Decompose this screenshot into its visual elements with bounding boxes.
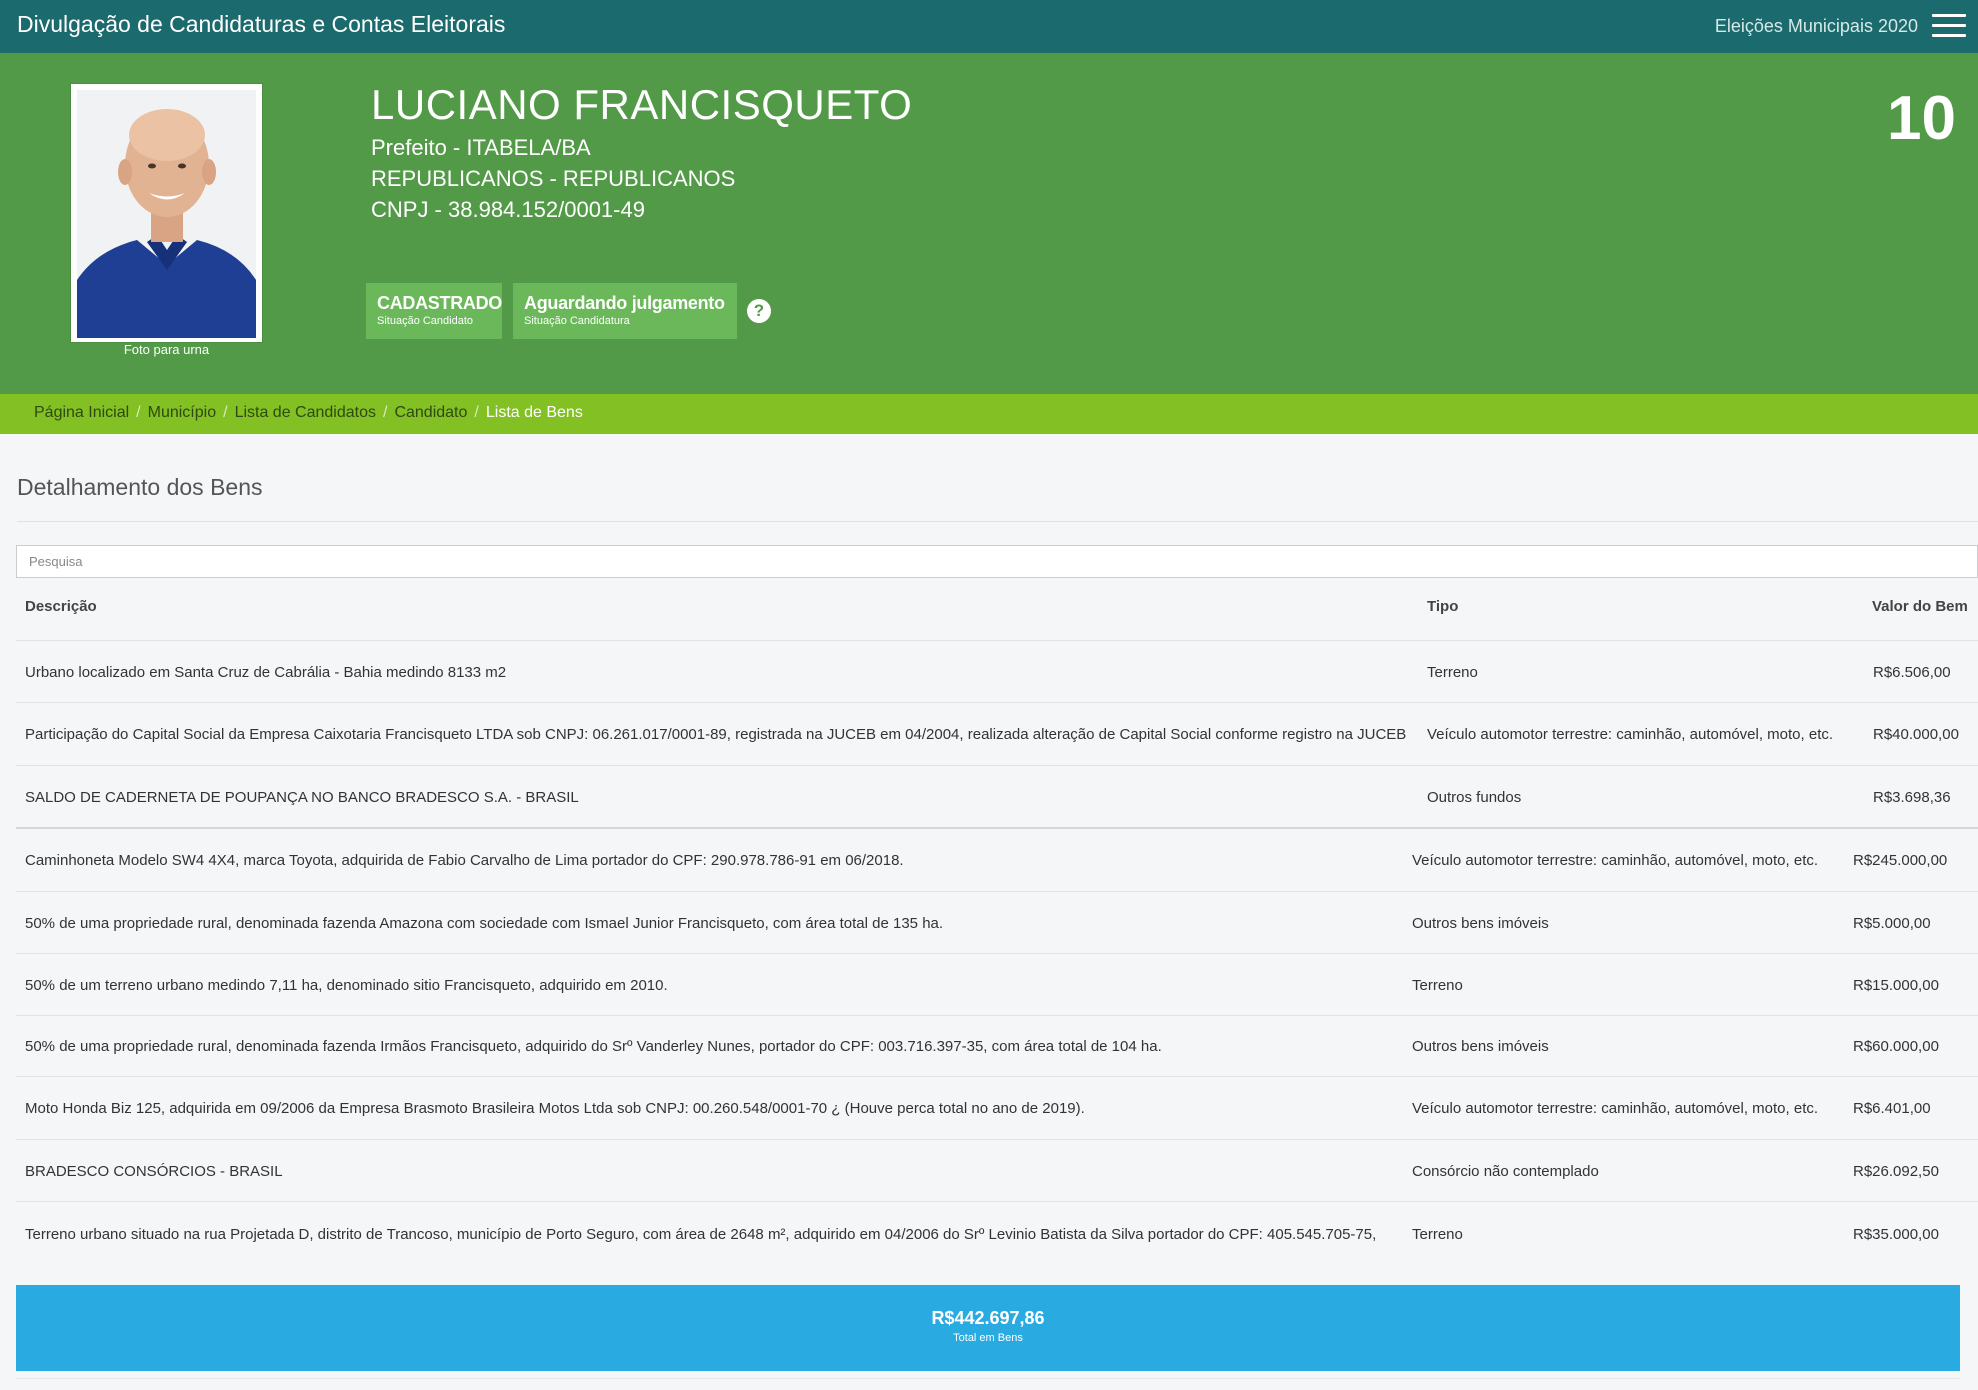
hamburger-menu-icon[interactable] (1932, 14, 1966, 38)
cell-type: Terreno (1412, 1225, 1463, 1243)
footer-divider (16, 1378, 1960, 1379)
breadcrumb-separator: / (136, 404, 141, 421)
cell-value: R$3.698,36 (1873, 788, 1951, 806)
cell-value: R$6.401,00 (1853, 1100, 1931, 1117)
cell-type: Terreno (1427, 663, 1478, 681)
cell-description: 50% de uma propriedade rural, denominada… (25, 914, 944, 932)
cell-description: SALDO DE CADERNETA DE POUPANÇA NO BANCO … (25, 788, 579, 806)
badge-sub: Situação Candidato (377, 315, 474, 327)
breadcrumb-municipality[interactable]: Município (148, 404, 216, 421)
table-row: Terreno urbano situado na rua Projetada … (16, 1201, 1978, 1267)
cell-value: R$6.506,00 (1873, 663, 1951, 681)
cell-value: R$35.000,00 (1853, 1225, 1939, 1243)
search-input[interactable] (16, 545, 1978, 578)
cell-type: Veículo automotor terrestre: caminhão, a… (1412, 852, 1819, 869)
badge-main: CADASTRADO (377, 293, 502, 313)
cell-description: Terreno urbano situado na rua Projetada … (25, 1225, 1377, 1243)
app-title[interactable]: Divulgação de Candidaturas e Contas Elei… (17, 11, 505, 38)
cell-description: Moto Honda Biz 125, adquirida em 09/2006… (25, 1100, 1085, 1117)
breadcrumb: Página Inicial / Município / Lista de Candid… (0, 394, 1978, 434)
candidate-number: 10 (1887, 84, 1956, 153)
cell-description: 50% de um terreno urbano medindo 7,11 ha… (25, 976, 668, 994)
breadcrumb-separator: / (223, 404, 228, 421)
column-header-description[interactable]: Descrição (25, 598, 97, 615)
photo-caption: Foto para urna (123, 342, 210, 357)
status-badge-candidate: CADASTRADO Situação Candidato (366, 283, 502, 339)
cell-type: Veículo automotor terrestre: caminhão, a… (1412, 1100, 1819, 1117)
cell-description: BRADESCO CONSÓRCIOS - BRASIL (25, 1162, 283, 1180)
cell-type: Terreno (1412, 976, 1463, 994)
breadcrumb-candidate-list[interactable]: Lista de Candidatos (235, 404, 376, 421)
cell-type: Consórcio não contemplado (1412, 1162, 1599, 1180)
breadcrumb-separator: / (383, 404, 388, 421)
breadcrumb-candidate[interactable]: Candidato (394, 404, 467, 421)
breadcrumb-separator: / (474, 404, 479, 421)
candidate-office: Prefeito - ITABELA/BA (371, 135, 591, 160)
status-badge-candidacy: Aguardando julgamento Situação Candidatu… (513, 283, 737, 339)
cell-type: Outros bens imóveis (1412, 1038, 1549, 1055)
table-row: Moto Honda Biz 125, adquirida em 09/2006… (16, 1076, 1978, 1139)
table-row: 50% de uma propriedade rural, denominada… (16, 1015, 1978, 1076)
candidate-name: LUCIANO FRANCISQUETO (371, 81, 913, 128)
election-label: Eleições Municipais 2020 (1714, 16, 1918, 36)
cell-type: Outros fundos (1427, 788, 1522, 806)
cell-value: R$60.000,00 (1853, 1038, 1939, 1055)
breadcrumb-current: Lista de Bens (485, 404, 583, 421)
cell-value: R$245.000,00 (1853, 852, 1948, 869)
total-assets-panel: R$442.697,86 Total em Bens (16, 1285, 1960, 1371)
cell-description: Urbano localizado em Santa Cruz de Cabrá… (25, 663, 507, 681)
cell-value: R$15.000,00 (1853, 976, 1939, 994)
top-bar: Divulgação de Candidaturas e Contas Elei… (0, 0, 1978, 53)
help-icon[interactable]: ? (747, 299, 771, 323)
total-value: R$442.697,86 (931, 1308, 1045, 1328)
cell-value: R$26.092,50 (1853, 1162, 1939, 1180)
column-header-type[interactable]: Tipo (1427, 598, 1458, 615)
table-row: Caminhoneta Modelo SW4 4X4, marca Toyota… (16, 827, 1978, 891)
section-divider (17, 521, 1978, 522)
badge-main: Aguardando julgamento (524, 293, 725, 313)
table-row: BRADESCO CONSÓRCIOS - BRASIL Consórcio n… (16, 1139, 1978, 1201)
table-row: 50% de uma propriedade rural, denominada… (16, 891, 1978, 953)
total-label: Total em Bens (953, 1332, 1023, 1344)
candidate-cnpj: CNPJ - 38.984.152/0001-49 (371, 197, 645, 222)
cell-value: R$5.000,00 (1853, 914, 1931, 932)
badge-sub: Situação Candidatura (524, 315, 630, 327)
table-row: 50% de um terreno urbano medindo 7,11 ha… (16, 953, 1978, 1015)
cell-description: 50% de uma propriedade rural, denominada… (25, 1038, 1162, 1055)
breadcrumb-home[interactable]: Página Inicial (34, 404, 129, 421)
cell-value: R$40.000,00 (1873, 726, 1959, 743)
section-title: Detalhamento dos Bens (17, 474, 263, 500)
table-row: Participação do Capital Social da Empres… (16, 702, 1978, 765)
table-row: SALDO DE CADERNETA DE POUPANÇA NO BANCO … (16, 765, 1978, 827)
cell-description: Caminhoneta Modelo SW4 4X4, marca Toyota… (25, 852, 904, 869)
cell-description: Participação do Capital Social da Empres… (25, 726, 1407, 743)
candidate-party: REPUBLICANOS - REPUBLICANOS (371, 166, 736, 191)
cell-type: Outros bens imóveis (1412, 914, 1549, 932)
cell-type: Veículo automotor terrestre: caminhão, a… (1427, 726, 1834, 743)
candidate-photo-frame (71, 84, 262, 342)
column-header-value[interactable]: Valor do Bem (1872, 598, 1968, 615)
candidate-header: Foto para urna LUCIANO FRANCISQUETO Pref… (0, 53, 1978, 394)
table-row: Urbano localizado em Santa Cruz de Cabrá… (16, 640, 1978, 702)
candidate-photo (77, 90, 256, 338)
